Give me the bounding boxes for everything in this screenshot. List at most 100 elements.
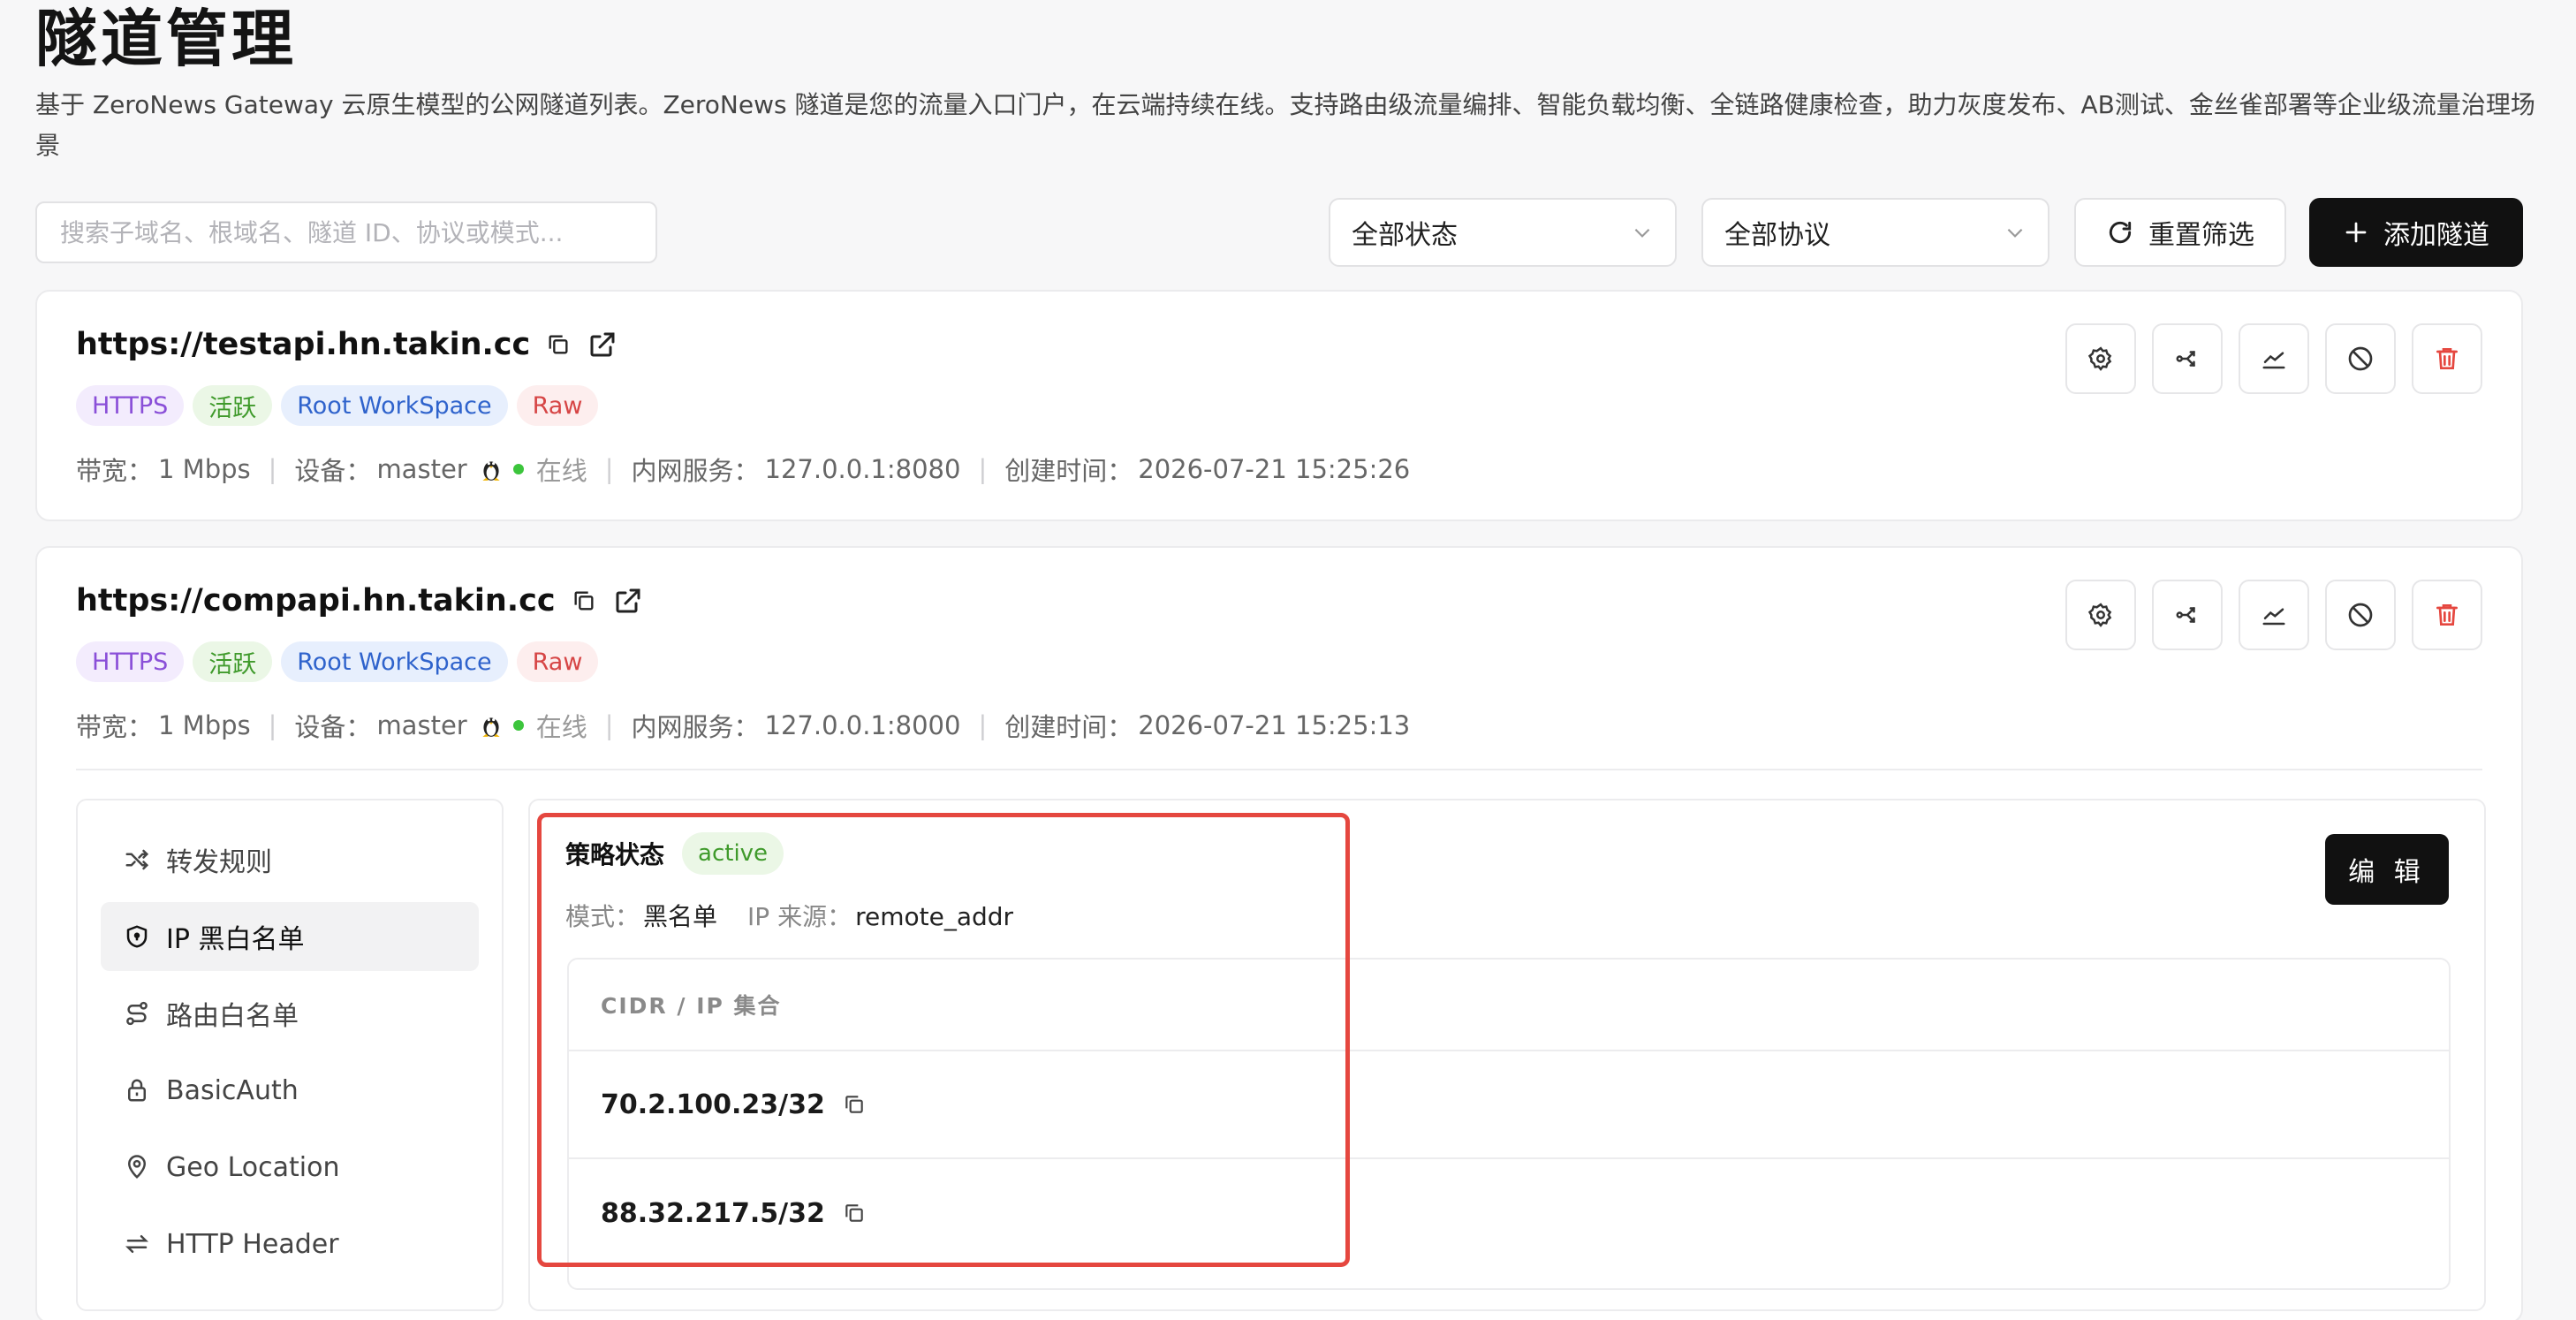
tunnel-card-expanded: https://compapi.hn.takin.cc HTTPS 活跃 Roo… [35, 546, 2523, 1320]
ban-icon [2346, 345, 2375, 373]
ip-source-value: remote_addr [855, 902, 1014, 931]
refresh-icon [2106, 218, 2134, 247]
sidebar-item-label: 路由白名单 [166, 1001, 299, 1032]
linux-icon [480, 456, 503, 482]
mode-value: 黑名单 [643, 902, 718, 931]
device-status: 在线 [535, 456, 587, 486]
copy-icon[interactable] [843, 1202, 866, 1225]
sidebar-item-label: HTTP Header [166, 1228, 339, 1260]
linux-icon [480, 712, 503, 739]
copy-icon[interactable] [572, 588, 596, 613]
table-header: CIDR / IP 集合 [569, 960, 2449, 1051]
service-value: 127.0.0.1:8000 [764, 710, 961, 740]
external-link-icon[interactable] [612, 585, 644, 617]
tag-status: 活跃 [193, 385, 273, 426]
delete-button[interactable] [2412, 323, 2482, 394]
map-pin-icon [124, 1154, 150, 1180]
created-value: 2026-07-21 15:25:13 [1138, 710, 1411, 740]
cidr-value: 70.2.100.23/32 [601, 1089, 825, 1120]
shield-icon [124, 923, 150, 950]
sidebar-item-ip-blacklist[interactable]: IP 黑白名单 [101, 902, 479, 971]
traffic-chart-button[interactable] [2239, 580, 2309, 650]
device-label: 设备： [294, 456, 372, 486]
tunnel-card: https://testapi.hn.takin.cc HTTPS 活跃 Roo… [35, 290, 2523, 521]
service-label: 内网服务： [631, 712, 760, 742]
policy-mode-row: 模式： 黑名单 IP 来源： remote_addr [565, 898, 1043, 933]
settings-button[interactable] [2065, 323, 2136, 394]
disable-button[interactable] [2325, 580, 2396, 650]
tunnel-actions [2065, 323, 2482, 394]
tunnel-url: https://compapi.hn.takin.cc [76, 583, 556, 618]
device-value: master [376, 710, 467, 740]
trash-icon [2433, 601, 2461, 629]
edit-button[interactable]: 编 辑 [2325, 834, 2449, 905]
service-label: 内网服务： [631, 456, 760, 486]
filter-toolbar: 全部状态 全部协议 重置筛选 添加隧道 [35, 198, 2523, 267]
line-chart-icon [2261, 345, 2287, 372]
gear-icon [2087, 602, 2114, 628]
cidr-table: CIDR / IP 集合 70.2.100.23/32 88.32.217.5/… [567, 958, 2451, 1290]
sidebar-item-basicauth[interactable]: BasicAuth [101, 1056, 479, 1125]
shuffle-icon [124, 846, 150, 873]
tunnel-url: https://testapi.hn.takin.cc [76, 327, 531, 362]
tunnel-tags: HTTPS 活跃 Root WorkSpace Raw [76, 385, 599, 426]
delete-button[interactable] [2412, 580, 2482, 650]
tag-mode: Raw [516, 641, 599, 682]
traffic-chart-button[interactable] [2239, 323, 2309, 394]
online-status-dot [512, 464, 524, 474]
tag-protocol: HTTPS [76, 385, 185, 426]
online-status-dot [512, 720, 524, 731]
status-filter-select[interactable]: 全部状态 [1329, 198, 1677, 267]
lock-icon [124, 1077, 150, 1104]
tag-workspace: Root WorkSpace [281, 385, 508, 426]
tunnel-tags: HTTPS 活跃 Root WorkSpace Raw [76, 641, 599, 682]
search-input[interactable] [35, 201, 657, 263]
tag-workspace: Root WorkSpace [281, 641, 508, 682]
bandwidth-value: 1 Mbps [158, 454, 251, 484]
table-row: 70.2.100.23/32 [569, 1051, 2449, 1159]
chevron-down-icon [1631, 221, 1654, 244]
disable-button[interactable] [2325, 323, 2396, 394]
sidebar-item-http-header[interactable]: HTTP Header [101, 1210, 479, 1278]
bandwidth-label: 带宽： [76, 456, 154, 486]
copy-icon[interactable] [843, 1093, 866, 1116]
add-tunnel-button[interactable]: 添加隧道 [2309, 198, 2523, 267]
protocol-filter-select[interactable]: 全部协议 [1701, 198, 2049, 267]
add-tunnel-label: 添加隧道 [2383, 220, 2489, 251]
sidebar-item-label: BasicAuth [166, 1074, 299, 1106]
bandwidth-label: 带宽： [76, 712, 154, 742]
device-value: master [376, 454, 467, 484]
split-route-icon [2174, 345, 2201, 372]
sidebar-item-route-whitelist[interactable]: 路由白名单 [101, 979, 479, 1048]
device-status: 在线 [535, 712, 587, 742]
reset-filter-label: 重置筛选 [2148, 220, 2254, 251]
plus-icon [2343, 219, 2369, 246]
trash-icon [2433, 345, 2461, 373]
policy-status-badge: active [682, 832, 784, 875]
tag-status: 活跃 [193, 641, 273, 682]
sidebar-item-label: IP 黑白名单 [166, 924, 305, 955]
ip-source-label: IP 来源： [747, 902, 852, 931]
created-value: 2026-07-21 15:25:26 [1138, 454, 1411, 484]
line-chart-icon [2261, 602, 2287, 628]
device-label: 设备： [294, 712, 372, 742]
route-share-button[interactable] [2152, 580, 2223, 650]
route-share-button[interactable] [2152, 323, 2223, 394]
copy-icon[interactable] [546, 332, 571, 357]
settings-button[interactable] [2065, 580, 2136, 650]
created-label: 创建时间： [1004, 456, 1133, 486]
sidebar-item-geo-location[interactable]: Geo Location [101, 1133, 479, 1202]
policy-status-label: 策略状态 [565, 840, 665, 869]
page-title: 隧道管理 [35, 3, 297, 75]
split-route-icon [2174, 602, 2201, 628]
arrows-exchange-icon [124, 1231, 150, 1257]
tunnel-actions [2065, 580, 2482, 650]
reset-filter-button[interactable]: 重置筛选 [2074, 198, 2286, 267]
table-row: 88.32.217.5/32 [569, 1159, 2449, 1267]
status-filter-value: 全部状态 [1352, 220, 1458, 251]
policy-sidebar: 转发规则 IP 黑白名单 路由白名单 BasicAuth Geo Locatio… [76, 799, 504, 1311]
bandwidth-value: 1 Mbps [158, 710, 251, 740]
external-link-icon[interactable] [587, 329, 618, 360]
service-value: 127.0.0.1:8080 [764, 454, 961, 484]
sidebar-item-forward-rules[interactable]: 转发规则 [101, 825, 479, 894]
